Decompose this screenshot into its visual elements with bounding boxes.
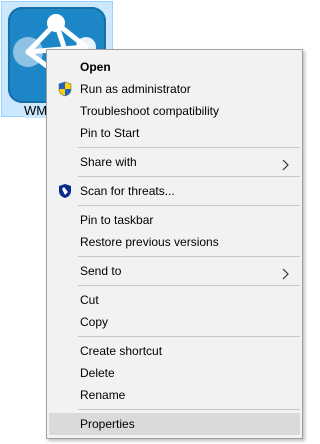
menu-item-properties[interactable]: Properties — [49, 413, 300, 435]
menu-item-rename[interactable]: Rename — [49, 384, 300, 406]
menu-separator — [78, 336, 300, 337]
menu-item-share-with[interactable]: Share with — [49, 151, 300, 173]
menu-item-copy[interactable]: Copy — [49, 311, 300, 333]
menu-separator — [78, 285, 300, 286]
menu-item-scan-for-threats[interactable]: Scan for threats... — [49, 180, 300, 202]
chevron-right-icon — [282, 265, 290, 280]
menu-item-run-as-administrator[interactable]: Run as administrator — [49, 78, 300, 100]
defender-shield-icon — [57, 183, 73, 199]
chevron-right-icon — [282, 156, 290, 171]
menu-item-troubleshoot-compatibility[interactable]: Troubleshoot compatibility — [49, 100, 300, 122]
menu-item-send-to[interactable]: Send to — [49, 260, 300, 282]
menu-item-open[interactable]: Open — [49, 56, 300, 78]
menu-separator — [78, 409, 300, 410]
menu-item-create-shortcut[interactable]: Create shortcut — [49, 340, 300, 362]
menu-separator — [78, 147, 300, 148]
uac-shield-icon — [57, 81, 73, 97]
menu-separator — [78, 205, 300, 206]
shortcut-label: WM — [24, 103, 48, 118]
menu-separator — [78, 256, 300, 257]
context-menu: Open Run as administrator Troubleshoot c… — [46, 49, 303, 439]
menu-item-delete[interactable]: Delete — [49, 362, 300, 384]
menu-separator — [78, 176, 300, 177]
menu-item-pin-to-start[interactable]: Pin to Start — [49, 122, 300, 144]
menu-item-cut[interactable]: Cut — [49, 289, 300, 311]
menu-item-pin-to-taskbar[interactable]: Pin to taskbar — [49, 209, 300, 231]
menu-item-restore-previous-versions[interactable]: Restore previous versions — [49, 231, 300, 253]
